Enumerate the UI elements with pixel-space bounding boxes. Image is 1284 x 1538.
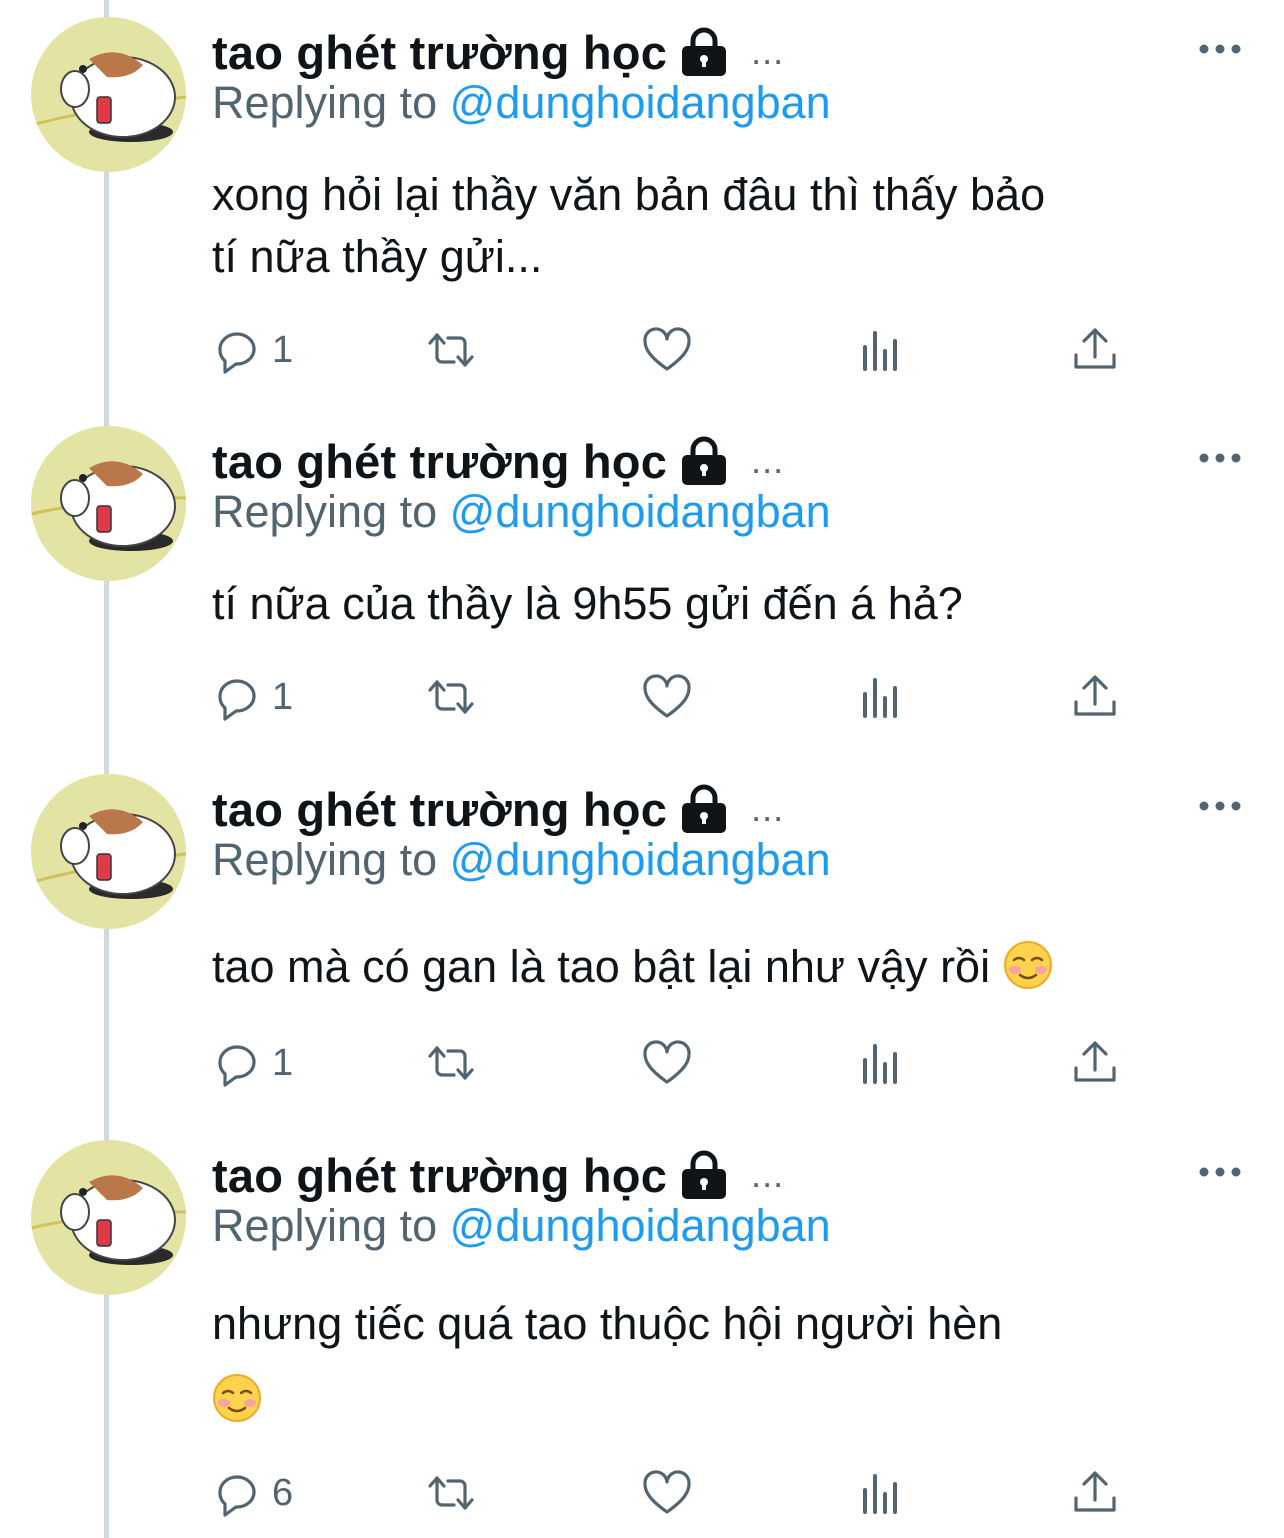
tweet-text: tí nữa của thầy là 9h55 gửi đến á hả? <box>212 573 1252 635</box>
tweet-text-line: tao mà có gan là tao bật lại như vậy rồi <box>212 941 991 992</box>
reply-handle-link[interactable]: @dunghoidangban <box>450 77 831 128</box>
reply-handle-link[interactable]: @dunghoidangban <box>450 1200 831 1251</box>
tweet-text: nhưng tiếc quá tao thuộc hội người hèn <box>212 1286 1252 1438</box>
reply-count: 1 <box>272 328 294 371</box>
share-button[interactable] <box>1070 672 1120 722</box>
heart-icon <box>643 1040 691 1084</box>
reply-button[interactable]: 1 <box>212 672 293 722</box>
smiling-face-emoji <box>213 1374 261 1422</box>
reply-count: 1 <box>272 675 294 718</box>
display-name[interactable]: tao ghét trường học <box>212 782 667 837</box>
retweet-button[interactable] <box>426 325 476 375</box>
heart-icon <box>643 1470 691 1514</box>
replying-to-label: Replying to <box>212 1200 438 1251</box>
lock-icon <box>682 436 727 485</box>
heart-icon <box>643 674 691 718</box>
retweet-button[interactable] <box>426 1468 476 1518</box>
share-icon <box>1074 1471 1116 1512</box>
share-button[interactable] <box>1070 1038 1120 1088</box>
avatar[interactable] <box>31 426 186 581</box>
reply-count: 1 <box>272 1041 294 1084</box>
avatar[interactable] <box>31 17 186 172</box>
reply-handle-link[interactable]: @dunghoidangban <box>450 834 831 885</box>
analytics-icon <box>863 1044 897 1084</box>
reply-button[interactable]: 1 <box>212 1038 293 1088</box>
display-name[interactable]: tao ghét trường học <box>212 1148 667 1203</box>
smiling-face-emoji <box>1003 941 1052 989</box>
retweet-button[interactable] <box>426 672 476 722</box>
analytics-icon <box>863 331 897 371</box>
tweet[interactable]: tao ghét trường học ... Replying to @dun… <box>0 1140 1284 1538</box>
truncation-ellipsis: ... <box>751 31 785 72</box>
replying-to-label: Replying to <box>212 834 438 885</box>
action-bar: 1 <box>0 325 1284 375</box>
analytics-icon <box>863 678 897 718</box>
share-icon <box>1074 328 1116 369</box>
avatar[interactable] <box>31 774 186 929</box>
views-button[interactable] <box>857 325 907 375</box>
tweet[interactable]: tao ghét trường học ... Replying to @dun… <box>0 426 1284 746</box>
truncation-ellipsis: ... <box>751 788 785 829</box>
tweet-text-line: xong hỏi lại thầy văn bản đâu thì thấy b… <box>212 169 1046 220</box>
more-options-icon[interactable] <box>1196 37 1244 61</box>
views-button[interactable] <box>857 1038 907 1088</box>
retweet-icon <box>428 333 474 367</box>
truncation-ellipsis: ... <box>751 1154 785 1195</box>
views-button[interactable] <box>857 1468 907 1518</box>
reply-icon <box>218 1475 256 1517</box>
hamster-avatar-icon <box>31 426 186 581</box>
more-options-icon[interactable] <box>1196 446 1244 470</box>
reply-handle-link[interactable]: @dunghoidangban <box>450 486 831 537</box>
like-button[interactable] <box>642 1468 692 1518</box>
tweet-text: xong hỏi lại thầy văn bản đâu thì thấy b… <box>212 164 1252 288</box>
reply-button[interactable]: 6 <box>212 1468 293 1518</box>
share-button[interactable] <box>1070 1468 1120 1518</box>
lock-icon <box>682 27 727 76</box>
action-bar: 1 <box>0 672 1284 722</box>
like-button[interactable] <box>642 672 692 722</box>
hamster-avatar-icon <box>31 1140 186 1295</box>
tweet-text: tao mà có gan là tao bật lại như vậy rồi <box>212 936 1252 998</box>
views-button[interactable] <box>857 672 907 722</box>
tweet-text-line: tí nữa thầy gửi... <box>212 231 543 282</box>
replying-to: Replying to @dunghoidangban <box>212 834 831 886</box>
truncation-ellipsis: ... <box>751 440 785 481</box>
retweet-button[interactable] <box>426 1038 476 1088</box>
lock-icon <box>682 1150 727 1199</box>
share-icon <box>1074 1041 1116 1082</box>
like-button[interactable] <box>642 1038 692 1088</box>
tweet[interactable]: tao ghét trường học ... Replying to @dun… <box>0 17 1284 387</box>
hamster-avatar-icon <box>31 17 186 172</box>
share-button[interactable] <box>1070 325 1120 375</box>
share-icon <box>1074 675 1116 716</box>
action-bar: 6 <box>0 1468 1284 1518</box>
more-options-icon[interactable] <box>1196 1160 1244 1184</box>
reply-count: 6 <box>272 1471 294 1514</box>
display-name[interactable]: tao ghét trường học <box>212 25 667 80</box>
tweet[interactable]: tao ghét trường học ... Replying to @dun… <box>0 774 1284 1114</box>
reply-icon <box>218 1045 256 1087</box>
replying-to: Replying to @dunghoidangban <box>212 1200 831 1252</box>
replying-to: Replying to @dunghoidangban <box>212 486 831 538</box>
replying-to-label: Replying to <box>212 486 438 537</box>
analytics-icon <box>863 1474 897 1514</box>
reply-button[interactable]: 1 <box>212 325 293 375</box>
retweet-icon <box>428 680 474 714</box>
display-name[interactable]: tao ghét trường học <box>212 434 667 489</box>
replying-to-label: Replying to <box>212 77 438 128</box>
action-bar: 1 <box>0 1038 1284 1088</box>
lock-icon <box>682 784 727 833</box>
avatar[interactable] <box>31 1140 186 1295</box>
more-options-icon[interactable] <box>1196 794 1244 818</box>
tweet-text-line: tí nữa của thầy là 9h55 gửi đến á hả? <box>212 578 963 629</box>
like-button[interactable] <box>642 325 692 375</box>
heart-icon <box>643 327 691 371</box>
retweet-icon <box>428 1046 474 1080</box>
hamster-avatar-icon <box>31 774 186 929</box>
reply-icon <box>218 679 256 721</box>
retweet-icon <box>428 1476 474 1510</box>
tweet-text-line: nhưng tiếc quá tao thuộc hội người hèn <box>212 1298 1003 1349</box>
replying-to: Replying to @dunghoidangban <box>212 77 831 129</box>
reply-icon <box>218 332 256 374</box>
